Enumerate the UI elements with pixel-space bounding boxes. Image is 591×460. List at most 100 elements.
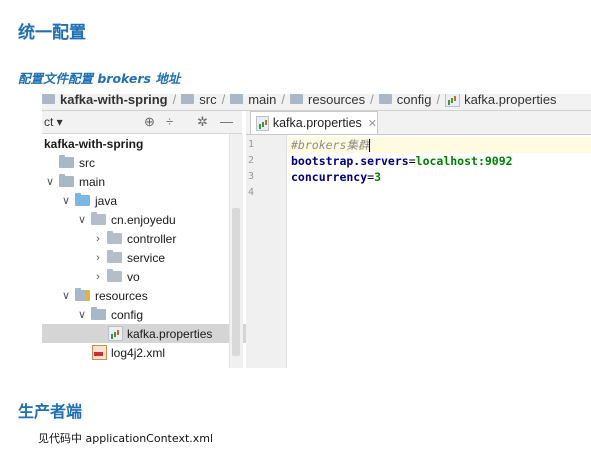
tree-node-label: config	[111, 307, 144, 322]
property-value: 3	[374, 170, 382, 184]
xml-file-icon	[92, 345, 107, 360]
tree-node-label: kafka-with-spring	[44, 136, 144, 151]
package-icon	[107, 250, 122, 263]
locate-icon[interactable]: ⊕	[144, 114, 155, 130]
property-key: bootstrap.servers	[291, 154, 409, 168]
breadcrumb-separator: /	[370, 94, 374, 107]
line-number-gutter: 1 2 3 4	[246, 135, 287, 368]
breadcrumb-label: config	[396, 94, 432, 107]
project-toolbar: ct ▾ ⊕ ÷ ✲ —	[42, 111, 242, 134]
properties-file-icon	[108, 326, 123, 341]
folder-icon	[230, 94, 244, 104]
tree-scrollbar[interactable]	[229, 134, 243, 368]
code-line-2[interactable]: bootstrap.servers=localhost:9092	[287, 153, 591, 169]
section-subtitle: 配置文件配置 brokers 地址	[18, 71, 181, 86]
section-text: 见代码中 applicationContext.xml	[38, 432, 214, 445]
code-line-1[interactable]: #brokers集群	[287, 137, 591, 153]
line-number: 2	[248, 155, 255, 166]
tree-node-label: vo	[127, 269, 140, 284]
tree-node-label: cn.enjoyedu	[111, 212, 176, 227]
tree-node[interactable]: › service	[42, 248, 279, 267]
folder-icon	[59, 155, 74, 168]
property-key: concurrency	[291, 170, 368, 184]
tree-node-label: log4j2.xml	[111, 345, 166, 360]
line-number: 4	[248, 187, 255, 198]
close-icon[interactable]: ✕	[368, 117, 377, 130]
folder-icon	[378, 94, 392, 104]
breadcrumb-item[interactable]: kafka.properties	[445, 94, 557, 107]
breadcrumb-separator: /	[436, 94, 441, 107]
breadcrumb-item[interactable]: src	[181, 94, 217, 107]
properties-file-icon	[256, 115, 269, 131]
resources-folder-icon	[75, 288, 90, 301]
breadcrumb-label: main	[248, 94, 277, 107]
tree-node[interactable]: ∨ resources	[42, 286, 247, 305]
line-number: 3	[248, 171, 255, 182]
line-number: 1	[248, 139, 255, 150]
chevron-down-icon[interactable]: ∨	[44, 175, 56, 188]
package-icon	[91, 212, 106, 225]
comment: #brokers集群	[291, 138, 370, 152]
breadcrumb-item[interactable]: main	[230, 94, 276, 107]
breadcrumb-label: resources	[308, 94, 366, 107]
breadcrumb: kafka-with-spring / src / main / resources / con…	[42, 94, 591, 111]
breadcrumb-label: kafka-with-spring	[60, 94, 168, 107]
folder-icon	[290, 94, 304, 104]
text-cursor	[369, 139, 371, 152]
breadcrumb-item[interactable]: kafka-with-spring	[42, 94, 168, 107]
property-value: localhost:9092	[415, 154, 513, 168]
chevron-down-icon[interactable]: ∨	[60, 289, 72, 302]
project-view-selector[interactable]: ct ▾	[44, 115, 63, 129]
breadcrumb-item[interactable]: config	[378, 94, 432, 107]
folder-icon	[59, 174, 74, 187]
chevron-down-icon[interactable]: ∨	[60, 194, 72, 207]
hide-icon[interactable]: —	[220, 114, 233, 129]
tree-node-label: java	[95, 193, 118, 208]
breadcrumb-item[interactable]: resources	[290, 94, 365, 107]
tree-node[interactable]: › vo	[42, 267, 279, 286]
tree-node-label: resources	[95, 288, 148, 303]
code-editor: kafka.properties ✕ 1 2 3 4 #brokers集群 bo…	[246, 111, 591, 368]
folder-icon	[91, 307, 106, 320]
source-folder-icon	[75, 193, 90, 206]
chevron-down-icon[interactable]: ∨	[76, 308, 88, 321]
tab-label: kafka.properties	[272, 116, 362, 130]
breadcrumb-separator: /	[281, 94, 286, 107]
folder-icon	[181, 94, 195, 104]
tree-node[interactable]: › controller	[42, 229, 279, 248]
tree-node-label: main	[79, 174, 106, 189]
tree-node[interactable]: ∨ java	[42, 191, 247, 210]
tree-node[interactable]: log4j2.xml	[42, 343, 279, 362]
breadcrumb-separator: /	[172, 94, 177, 107]
tree-node[interactable]: ∨ main	[42, 172, 231, 191]
chevron-down-icon[interactable]: ∨	[76, 213, 88, 226]
ide-screenshot: kafka-with-spring / src / main / resources / con…	[42, 94, 591, 368]
tab-kafka-properties[interactable]: kafka.properties ✕	[250, 111, 378, 134]
equals-sign: =	[408, 154, 416, 168]
tree-node-label: kafka.properties	[127, 326, 213, 341]
chevron-right-icon[interactable]: ›	[92, 252, 104, 264]
collapse-icon[interactable]: ÷	[166, 114, 173, 129]
project-tree: kafka-with-spring src ∨ main ∨ java ∨ cn.enjoye…	[42, 134, 295, 368]
package-icon	[107, 231, 122, 244]
properties-file-icon	[445, 94, 461, 107]
code-line-3[interactable]: concurrency=3	[287, 169, 591, 185]
breadcrumb-label: kafka.properties	[464, 94, 557, 107]
tree-node-label: controller	[127, 231, 177, 246]
tree-node[interactable]: kafka-with-spring	[42, 134, 231, 153]
package-icon	[107, 269, 122, 282]
breadcrumb-label: src	[199, 94, 217, 107]
tree-node[interactable]: src	[42, 153, 231, 172]
chevron-right-icon[interactable]: ›	[92, 271, 104, 283]
section-title: 生产者端	[18, 402, 83, 421]
folder-icon	[42, 94, 55, 104]
code-line-4[interactable]	[287, 185, 591, 201]
code-area[interactable]: #brokers集群 bootstrap.servers=localhost:9…	[287, 135, 591, 368]
page-title: 统一配置	[18, 23, 86, 43]
editor-tab-bar: kafka.properties ✕	[246, 111, 591, 135]
tree-node-label: service	[127, 250, 166, 265]
settings-icon[interactable]: ✲	[197, 114, 208, 130]
tree-node-label: src	[79, 155, 95, 170]
scroll-thumb[interactable]	[232, 208, 240, 356]
chevron-right-icon[interactable]: ›	[92, 233, 104, 245]
